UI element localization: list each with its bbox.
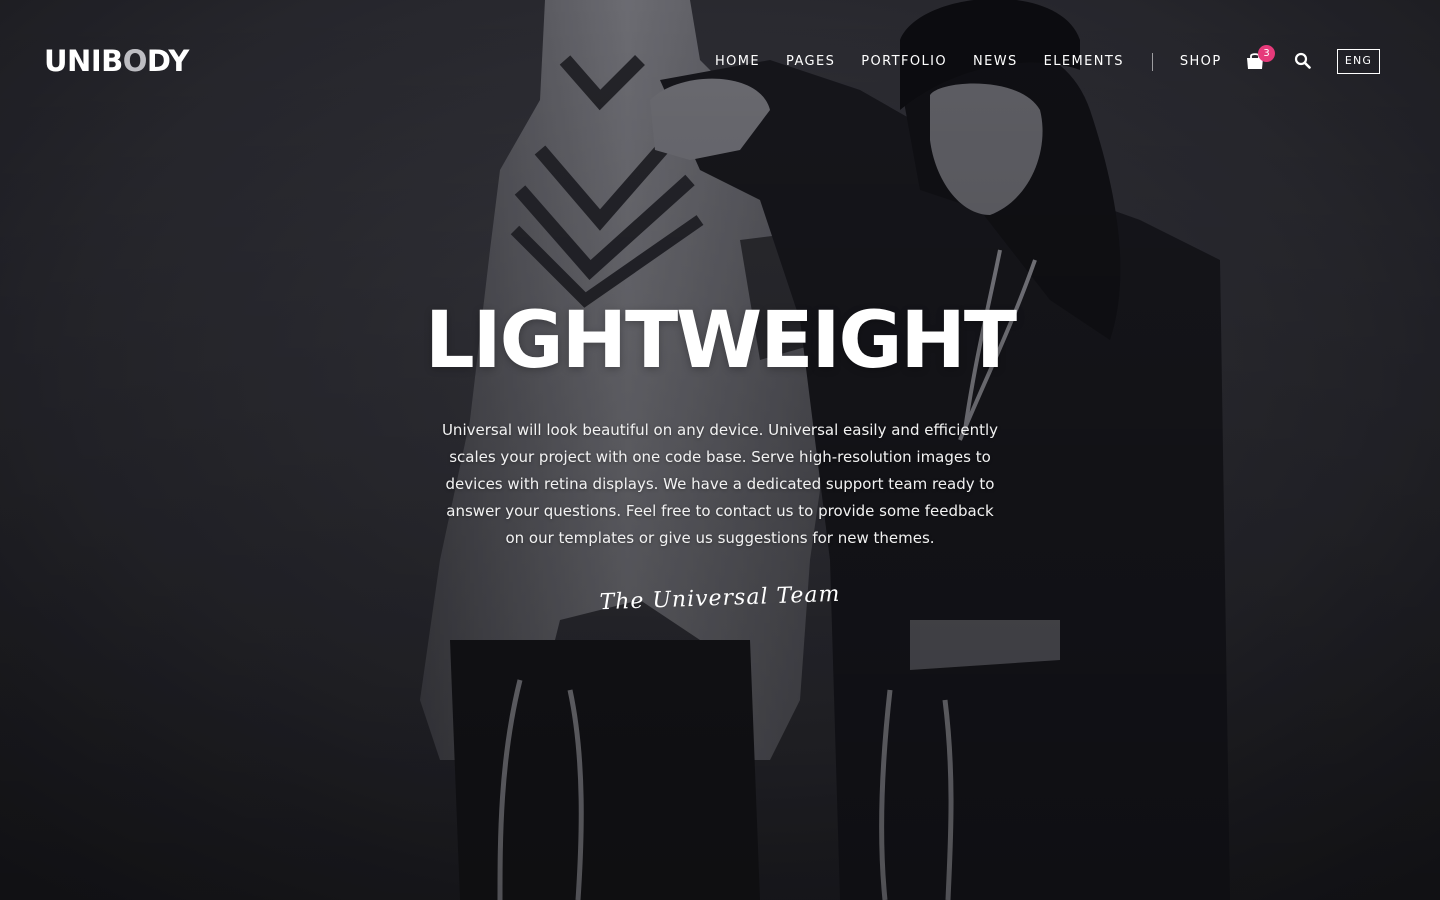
nav-item-shop[interactable]: SHOP [1167, 52, 1235, 72]
nav-item-news[interactable]: NEWS [960, 52, 1031, 72]
language-selector[interactable]: ENG [1337, 49, 1380, 74]
search-icon[interactable] [1294, 52, 1311, 69]
hero-headline: LIGHTWEIGHT [424, 296, 1017, 386]
logo-text-tail: DY [146, 44, 189, 78]
nav-item-portfolio[interactable]: PORTFOLIO [848, 52, 960, 72]
nav-item-pages[interactable]: PAGES [773, 52, 848, 72]
logo-text-main: UNIB [44, 44, 123, 78]
nav-divider [1151, 53, 1153, 71]
nav-item-elements[interactable]: ELEMENTS [1031, 52, 1137, 72]
nav-item-home[interactable]: HOME [702, 52, 773, 72]
main-navigation: HOME PAGES PORTFOLIO NEWS ELEMENTS SHOP [702, 52, 1235, 72]
cart-count-badge: 3 [1258, 45, 1275, 62]
hero-description: Universal will look beautiful on any dev… [441, 421, 999, 547]
logo-text-accent: O [122, 44, 148, 78]
landing-page: UNIBODY HOME PAGES PORTFOLIO NEWS ELEMEN… [0, 0, 1440, 900]
site-logo[interactable]: UNIBODY [44, 44, 189, 78]
